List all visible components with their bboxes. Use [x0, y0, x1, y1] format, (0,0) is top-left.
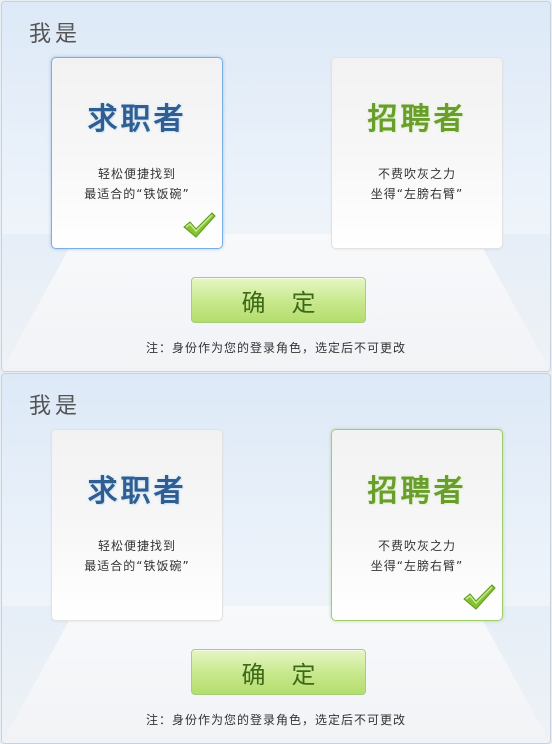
recruiter-desc-line1: 不费吹灰之力: [377, 167, 456, 181]
job-seeker-desc-line2: 最适合的“铁饭碗”: [84, 559, 190, 573]
panel-title: 我是: [29, 394, 82, 419]
recruiter-desc-line1: 不费吹灰之力: [377, 539, 456, 553]
recruiter-desc-line2: 坐得“左膀右臂”: [370, 187, 464, 201]
role-select-panel: 我是 求职者 轻松便捷找到 最适合的“铁饭碗” 招聘者 不费吹灰之力 坐得“左膀…: [1, 1, 551, 372]
recruiter-desc-line2: 坐得“左膀右臂”: [370, 559, 464, 573]
job-seeker-description: 轻松便捷找到 最适合的“铁饭碗”: [52, 536, 222, 576]
job-seeker-title: 求职者: [87, 474, 187, 509]
job-seeker-desc-line1: 轻松便捷找到: [97, 167, 176, 181]
confirm-button[interactable]: 确定: [191, 277, 366, 323]
panel-title: 我是: [29, 22, 82, 47]
job-seeker-desc-line1: 轻松便捷找到: [97, 539, 176, 553]
recruiter-card[interactable]: 招聘者 不费吹灰之力 坐得“左膀右臂”: [331, 57, 503, 249]
recruiter-description: 不费吹灰之力 坐得“左膀右臂”: [332, 164, 502, 204]
job-seeker-title: 求职者: [87, 102, 187, 137]
job-seeker-card[interactable]: 求职者 轻松便捷找到 最适合的“铁饭碗”: [51, 57, 223, 249]
recruiter-title: 招聘者: [367, 102, 467, 137]
job-seeker-description: 轻松便捷找到 最适合的“铁饭碗”: [52, 164, 222, 204]
recruiter-card[interactable]: 招聘者 不费吹灰之力 坐得“左膀右臂”: [331, 429, 503, 621]
role-note: 注：身份作为您的登录角色，选定后不可更改: [145, 713, 406, 727]
job-seeker-card[interactable]: 求职者 轻松便捷找到 最适合的“铁饭碗”: [51, 429, 223, 621]
role-note: 注：身份作为您的登录角色，选定后不可更改: [145, 341, 406, 355]
check-icon: [183, 212, 216, 238]
recruiter-title: 招聘者: [367, 474, 467, 509]
check-icon: [463, 584, 496, 610]
recruiter-description: 不费吹灰之力 坐得“左膀右臂”: [332, 536, 502, 576]
role-select-panel: 我是 求职者 轻松便捷找到 最适合的“铁饭碗” 招聘者 不费吹灰之力 坐得“左膀…: [1, 373, 551, 744]
confirm-button[interactable]: 确定: [191, 649, 366, 695]
job-seeker-desc-line2: 最适合的“铁饭碗”: [84, 187, 190, 201]
